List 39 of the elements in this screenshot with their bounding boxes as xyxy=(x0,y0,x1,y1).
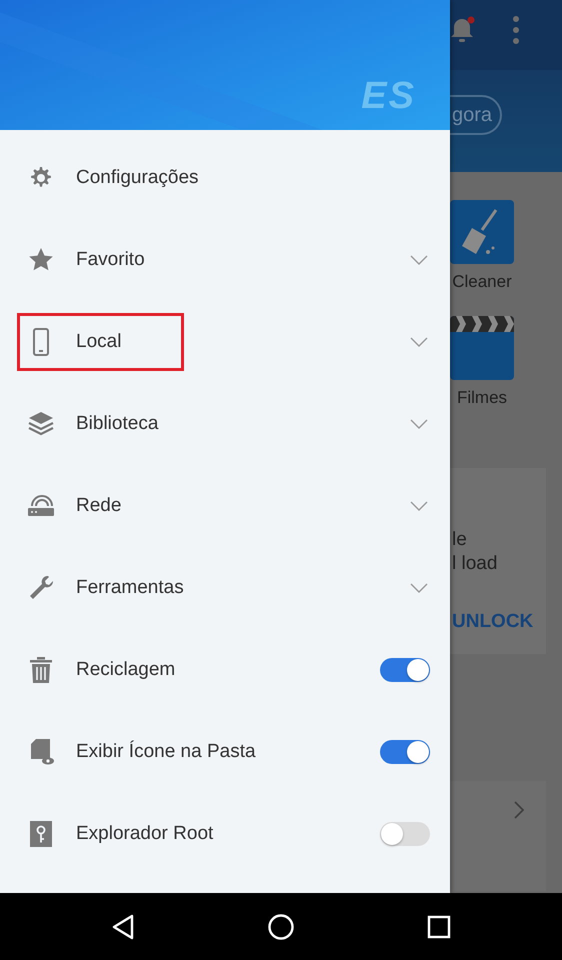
menu-item[interactable]: Local xyxy=(0,301,450,383)
menu-item[interactable]: Reciclagem xyxy=(0,629,450,711)
menu-item[interactable]: Favorito xyxy=(0,219,450,301)
menu-label: Ferramentas xyxy=(76,577,184,599)
recents-icon[interactable] xyxy=(427,914,451,938)
menu-item[interactable]: Configurações xyxy=(0,137,450,219)
chevron-down-icon[interactable] xyxy=(410,501,428,511)
broom-icon[interactable] xyxy=(450,200,514,264)
card-text: le xyxy=(452,528,468,552)
back-icon[interactable] xyxy=(111,914,135,940)
menu-label: Explorador Root xyxy=(76,823,214,845)
home-icon[interactable] xyxy=(267,912,295,940)
menu-item[interactable]: Rede xyxy=(0,465,450,547)
chevron-down-icon[interactable] xyxy=(410,255,428,265)
toggle-switch[interactable] xyxy=(380,740,430,764)
chevron-down-icon[interactable] xyxy=(410,419,428,429)
menu-label: Reciclagem xyxy=(76,659,176,681)
menu-label: Exibir Ícone na Pasta xyxy=(76,741,256,763)
app-logo: ES xyxy=(361,75,416,118)
card-text: l load xyxy=(452,552,498,576)
menu-label: Local xyxy=(76,331,122,353)
chevron-down-icon[interactable] xyxy=(410,337,428,347)
chevron-down-icon[interactable] xyxy=(410,583,428,593)
menu-label: Configurações xyxy=(76,167,199,189)
menu-item[interactable]: Ferramentas xyxy=(0,547,450,629)
toggle-switch[interactable] xyxy=(380,658,430,682)
more-icon[interactable] xyxy=(511,15,521,45)
menu-item[interactable]: Biblioteca xyxy=(0,383,450,465)
chevron-right-icon[interactable] xyxy=(514,801,524,819)
menu-label: Biblioteca xyxy=(76,413,158,435)
tile-label: Filmes xyxy=(456,388,508,408)
menu-label: Rede xyxy=(76,495,122,517)
menu-item[interactable]: Exibir Ícone na Pasta xyxy=(0,711,450,793)
toggle-switch[interactable] xyxy=(380,822,430,846)
tile-label: Cleaner xyxy=(451,272,513,292)
menu-label: Favorito xyxy=(76,249,145,271)
menu-item[interactable]: Explorador Root xyxy=(0,793,450,875)
bell-icon[interactable] xyxy=(451,15,477,45)
clapper-icon[interactable] xyxy=(450,316,514,380)
